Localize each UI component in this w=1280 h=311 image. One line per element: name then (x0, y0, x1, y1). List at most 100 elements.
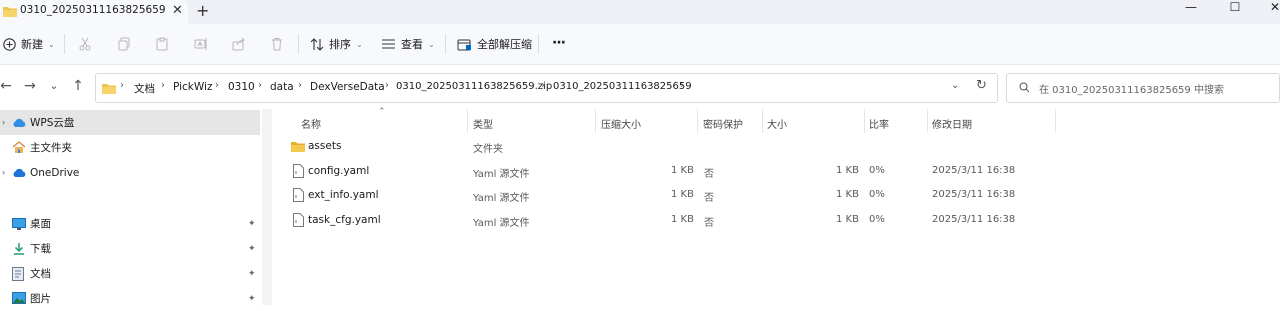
pin-icon[interactable]: ✦ (248, 294, 256, 304)
refresh-icon[interactable]: ↻ (976, 78, 987, 93)
cut-icon[interactable] (78, 37, 92, 51)
column-header-compressed-size[interactable]: 压缩大小 (601, 116, 641, 131)
column-divider[interactable] (762, 109, 763, 133)
extract-icon (457, 38, 472, 51)
file-size: 1 KB (836, 165, 859, 176)
chevron-down-icon: ⌄ (48, 39, 55, 49)
share-icon[interactable] (232, 37, 246, 51)
breadcrumb-item[interactable]: 文档 (134, 81, 155, 96)
extract-all-button[interactable]: 全部解压缩 (457, 24, 532, 64)
sidebar-item-label: 桌面 (30, 218, 51, 230)
file-type: Yaml 源文件 (473, 218, 530, 229)
breadcrumb-separator-icon[interactable]: › (680, 80, 684, 91)
toolbar-divider (445, 34, 446, 54)
file-name: ext_info.yaml (308, 189, 379, 201)
column-header-password[interactable]: 密码保护 (703, 116, 743, 131)
file-row[interactable]: task_cfg.yaml Yaml 源文件 1 KB 否 1 KB 0% 20… (285, 209, 1055, 233)
column-divider[interactable] (864, 109, 865, 133)
file-modified: 2025/3/11 16:38 (932, 165, 1016, 176)
file-compressed-size: 1 KB (671, 189, 694, 200)
sidebar-item-onedrive[interactable]: › OneDrive (0, 160, 260, 185)
breadcrumb-separator-icon[interactable]: › (258, 80, 262, 91)
view-button[interactable]: 查看 ⌄ (381, 24, 435, 64)
sidebar-item-label: 图片 (30, 293, 51, 305)
forward-icon[interactable]: → (20, 76, 40, 96)
window-close-icon[interactable]: ✕ (1264, 0, 1280, 18)
sidebar-item-label: WPS云盘 (30, 117, 75, 129)
pin-icon[interactable]: ✦ (248, 269, 256, 279)
file-row[interactable]: ext_info.yaml Yaml 源文件 1 KB 否 1 KB 0% 20… (285, 184, 1055, 208)
copy-icon[interactable] (117, 37, 131, 51)
file-row[interactable]: config.yaml Yaml 源文件 1 KB 否 1 KB 0% 2025… (285, 160, 1055, 184)
column-divider[interactable] (927, 109, 928, 133)
breadcrumb-separator-icon[interactable]: › (161, 80, 165, 91)
new-tab-icon[interactable]: + (196, 1, 209, 20)
expand-chevron-icon[interactable]: › (2, 168, 5, 177)
file-type: Yaml 源文件 (473, 169, 530, 180)
file-icon (293, 213, 304, 227)
cloud-icon (12, 118, 26, 128)
address-history-chevron-icon[interactable]: ⌄ (951, 80, 959, 91)
pin-icon[interactable]: ✦ (248, 219, 256, 229)
new-button[interactable]: 新建 ⌄ (3, 24, 55, 64)
sidebar-scrollbar[interactable] (262, 109, 272, 305)
search-input[interactable]: 在 0310_20250311163825659 中搜索 (1039, 81, 1224, 96)
chevron-down-icon: ⌄ (428, 39, 435, 49)
breadcrumb-item[interactable]: DexVerseData (310, 81, 385, 93)
tab-title: 0310_20250311163825659 (20, 4, 166, 16)
back-icon[interactable]: ← (0, 76, 16, 96)
column-divider[interactable] (1055, 109, 1056, 133)
sort-button[interactable]: 排序 ⌄ (310, 24, 363, 64)
file-icon (293, 164, 304, 178)
column-header-modified[interactable]: 修改日期 (932, 116, 972, 131)
breadcrumb-separator-icon[interactable]: › (120, 80, 124, 91)
breadcrumb-item[interactable]: PickWiz (173, 81, 212, 93)
file-password-protected: 否 (704, 193, 714, 204)
sidebar-item-desktop[interactable]: 桌面 ✦ (0, 211, 260, 236)
toolbar-divider (538, 34, 539, 54)
file-password-protected: 否 (704, 169, 714, 180)
toolbar-divider (64, 34, 65, 54)
sidebar-item-label: 主文件夹 (30, 142, 72, 154)
breadcrumb-item[interactable]: 0310_20250311163825659.zip (396, 81, 552, 92)
maximize-icon[interactable]: ☐ (1224, 0, 1246, 18)
breadcrumb-separator-icon[interactable]: › (541, 80, 545, 91)
sidebar-item-home[interactable]: 主文件夹 (0, 135, 260, 160)
breadcrumb-item[interactable]: 0310_20250311163825659 (553, 81, 692, 92)
sidebar-item-wps-cloud[interactable]: › WPS云盘 (0, 110, 260, 135)
column-divider[interactable] (595, 109, 596, 133)
column-divider[interactable] (697, 109, 698, 133)
paste-icon[interactable] (155, 37, 169, 51)
file-name: config.yaml (308, 165, 370, 177)
tab-active[interactable]: 0310_20250311163825659 ✕ (0, 0, 188, 24)
sidebar-item-documents[interactable]: 文档 ✦ (0, 261, 260, 286)
address-bar[interactable]: › 文档 › PickWiz › 0310 › data › DexVerseD… (95, 73, 998, 103)
more-options-icon[interactable]: ··· (552, 35, 566, 51)
rename-icon[interactable] (194, 37, 208, 51)
tab-close-icon[interactable]: ✕ (172, 3, 183, 18)
column-header-size[interactable]: 大小 (767, 116, 787, 131)
sidebar-item-label: OneDrive (30, 166, 80, 179)
breadcrumb-item[interactable]: data (270, 81, 294, 93)
column-header-name[interactable]: 名称 (301, 116, 321, 131)
column-divider[interactable] (467, 109, 468, 133)
delete-icon[interactable] (270, 37, 284, 51)
expand-chevron-icon[interactable]: › (2, 118, 5, 127)
pin-icon[interactable]: ✦ (248, 244, 256, 254)
navigation-pane: › WPS云盘 主文件夹 › OneDrive 桌面 ✦ 下载 ✦ 文档 ✦ 图… (0, 109, 262, 305)
minimize-icon[interactable]: — (1180, 0, 1202, 18)
sidebar-item-pictures[interactable]: 图片 ✦ (0, 286, 260, 311)
sidebar-item-downloads[interactable]: 下载 ✦ (0, 236, 260, 261)
recent-locations-icon[interactable]: ⌄ (44, 76, 64, 96)
file-row[interactable]: assets 文件夹 (285, 135, 1055, 159)
column-header-type[interactable]: 类型 (473, 116, 493, 131)
breadcrumb-item[interactable]: 0310 (228, 81, 255, 93)
breadcrumb-separator-icon[interactable]: › (215, 80, 219, 91)
folder-icon (291, 140, 305, 152)
search-box[interactable]: 在 0310_20250311163825659 中搜索 (1006, 73, 1280, 103)
breadcrumb-separator-icon[interactable]: › (298, 80, 302, 91)
breadcrumb-separator-icon[interactable]: › (385, 80, 389, 91)
up-icon[interactable]: ↑ (68, 76, 88, 96)
extract-all-label: 全部解压缩 (477, 38, 532, 51)
column-header-ratio[interactable]: 比率 (869, 116, 889, 131)
